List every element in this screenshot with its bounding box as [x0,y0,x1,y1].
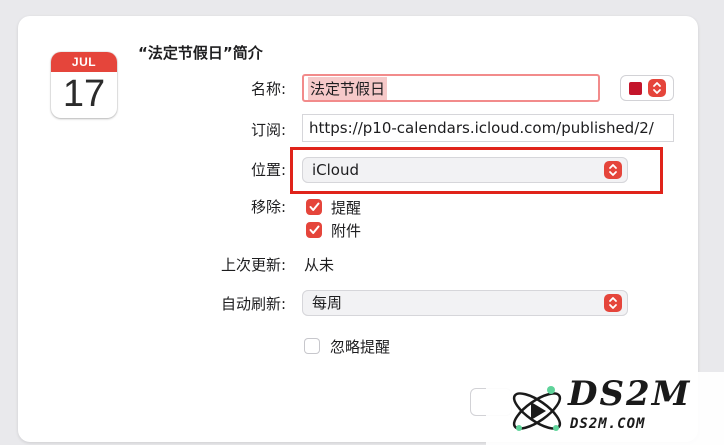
atom-logo-icon [512,386,562,431]
chevron-updown-icon [604,294,622,312]
calendar-app-icon: JUL 17 [51,52,117,118]
auto-refresh-label: 自动刷新: [220,295,286,313]
name-label: 名称: [250,80,286,98]
auto-refresh-popup[interactable]: 每周 [302,290,628,316]
auto-refresh-popup-value: 每周 [312,294,343,312]
remove-alerts-checkbox[interactable] [306,199,322,215]
watermark: DS2M DS2M.COM [486,372,724,445]
name-field-value: 法定节假日 [308,76,388,100]
location-label: 位置: [250,161,286,179]
color-swatch [628,81,642,95]
subscribe-label: 订阅: [250,121,286,139]
chevron-updown-icon [647,79,666,97]
ignore-alerts-label: 忽略提醒 [330,338,391,356]
remove-alerts-label: 提醒 [331,199,362,217]
calendar-icon-month: JUL [51,52,117,72]
subscription-url-field[interactable]: https://p10-calendars.icloud.com/publish… [302,114,674,142]
highlight-annotation [290,147,663,194]
watermark-brand: DS2M [568,374,692,414]
watermark-domain: DS2M.COM [570,416,646,432]
calendar-icon-day: 17 [62,73,106,115]
name-field[interactable]: 法定节假日 [302,74,600,102]
last-updated-value: 从未 [304,256,335,274]
last-updated-label: 上次更新: [220,256,286,274]
dialog-title: “法定节假日”简介 [138,44,263,62]
remove-attachments-label: 附件 [331,222,362,240]
ignore-alerts-checkbox[interactable] [304,338,320,354]
calendar-color-popup[interactable] [620,75,674,101]
remove-attachments-checkbox[interactable] [306,222,322,238]
remove-label: 移除: [250,198,286,216]
